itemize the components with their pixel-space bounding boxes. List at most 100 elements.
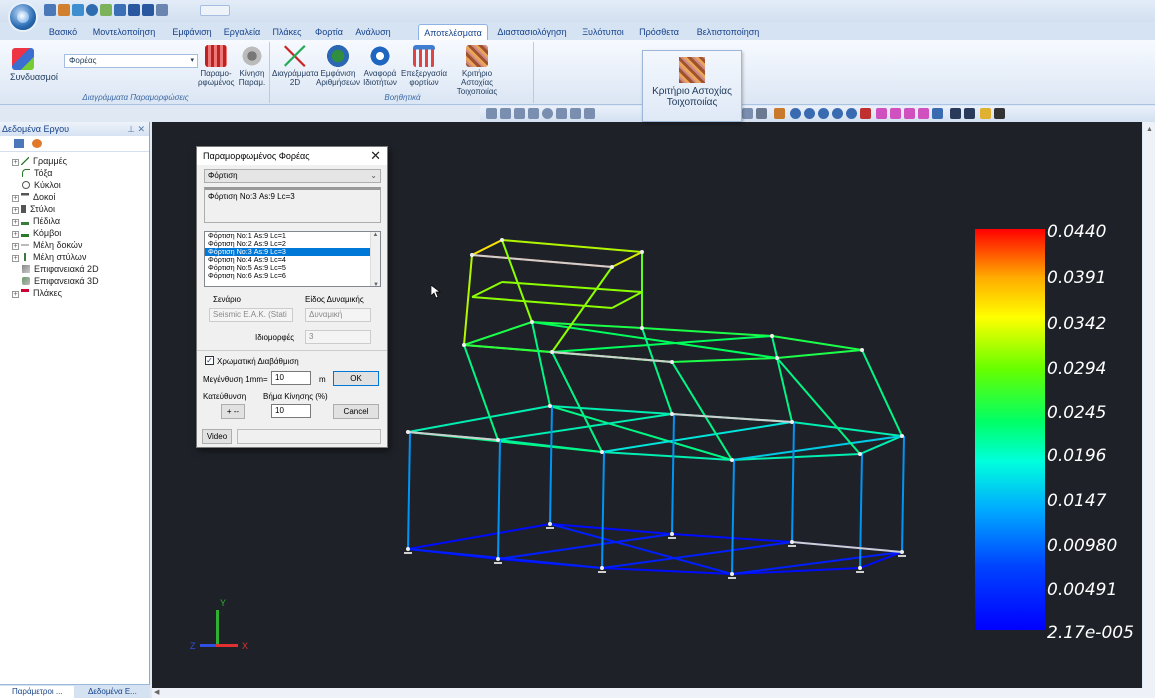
load-type-combo[interactable]: Φόρτιση ⌄ — [204, 169, 381, 183]
tab-vasiko[interactable]: Βασικό — [42, 24, 84, 40]
scroll-up-icon[interactable]: ▲ — [1146, 126, 1153, 133]
direction-button[interactable]: + -- — [221, 404, 245, 419]
perpendicular-icon[interactable] — [528, 108, 539, 119]
expand-icon[interactable]: + — [12, 195, 19, 202]
pencil-icon[interactable] — [774, 108, 785, 119]
expand-icon[interactable]: + — [12, 243, 19, 250]
modes-select[interactable]: 3 — [305, 330, 371, 344]
tree-item-kykloi[interactable]: Κύκλοι — [22, 180, 61, 191]
zoom-window-icon[interactable] — [818, 108, 829, 119]
video-button[interactable]: Video — [202, 429, 232, 444]
tab-diastasiologisi[interactable]: Διαστασιολόγηση — [492, 24, 572, 40]
close-icon[interactable]: ✕ — [370, 147, 381, 165]
draw-polyline-icon[interactable] — [500, 108, 511, 119]
vertical-scrollbar[interactable]: ▲ — [1143, 122, 1155, 688]
upload-icon[interactable] — [128, 4, 140, 16]
show-numbering-button[interactable]: Εμφάνιση Αριθμήσεων — [316, 45, 360, 87]
window-icon[interactable] — [156, 4, 168, 16]
loadcase-listbox[interactable]: Φόρτιση Νο:1 As:9 Lc=1 Φόρτιση Νο:2 As:9… — [204, 231, 381, 287]
properties-report-button[interactable]: Αναφορά Ιδιοτήτων — [360, 45, 400, 87]
view-dropdown[interactable] — [200, 5, 230, 16]
snap-icon[interactable] — [556, 108, 567, 119]
dot-icon[interactable] — [756, 108, 767, 119]
render-icon[interactable] — [932, 108, 943, 119]
edit-loads-button[interactable]: Επεξεργασία φορτίων — [400, 45, 448, 87]
expand-icon[interactable]: + — [12, 291, 19, 298]
refresh-icon[interactable] — [32, 139, 42, 148]
step-input[interactable]: 10 — [271, 404, 311, 418]
tab-analysi[interactable]: Ανάλυση — [350, 24, 396, 40]
tree-item-pedila[interactable]: + Πέδιλα — [12, 216, 60, 227]
redo-icon[interactable] — [964, 108, 975, 119]
magnification-input[interactable]: 10 — [271, 371, 311, 385]
tab-ergaleia[interactable]: Εργαλεία — [218, 24, 266, 40]
tree-item-styloi[interactable]: + Στύλοι — [12, 204, 55, 215]
delete-icon[interactable] — [994, 108, 1005, 119]
tab-plakes[interactable]: Πλάκες — [268, 24, 306, 40]
disk-icon[interactable] — [114, 4, 126, 16]
ok-button[interactable]: OK — [333, 371, 379, 386]
home-icon[interactable] — [100, 4, 112, 16]
zoom-in-icon[interactable] — [790, 108, 801, 119]
circle-icon[interactable] — [542, 108, 553, 119]
brush-icon[interactable] — [980, 108, 991, 119]
tree-tool-icon[interactable] — [14, 139, 24, 148]
tree-item-komvoi[interactable]: + Κόμβοι — [12, 228, 61, 239]
tree-item-meli-stylon[interactable]: + Μέλη στύλων — [12, 252, 86, 263]
tab-emfanisi[interactable]: Εμφάνιση — [168, 24, 216, 40]
scroll-left-icon[interactable]: ◀ — [154, 688, 159, 696]
masonry-failure-button[interactable]: Κριτήριο Αστοχίας Τοιχοποιίας — [448, 45, 506, 96]
dynamics-select[interactable]: Δυναμική — [305, 308, 371, 322]
download-icon[interactable] — [142, 4, 154, 16]
diagrams-2d-button[interactable]: Διαγράμματα 2D — [272, 45, 318, 87]
tab-xylotypoi[interactable]: Ξυλότυποι — [578, 24, 628, 40]
color-gradient-checkbox[interactable]: ✓ — [205, 356, 214, 365]
view-side-icon[interactable] — [918, 108, 929, 119]
combinations-icon[interactable] — [12, 48, 34, 70]
application-menu-button[interactable] — [8, 2, 38, 32]
pin-close-icon[interactable]: ⊥ ✕ — [127, 122, 145, 136]
cursor-icon[interactable] — [742, 108, 753, 119]
expand-icon[interactable]: + — [12, 255, 19, 262]
expand-icon[interactable]: + — [12, 207, 19, 214]
zoom-out-icon[interactable] — [804, 108, 815, 119]
tree-item-dokoi[interactable]: + Δοκοί — [12, 192, 55, 203]
view-3d-icon[interactable] — [876, 108, 887, 119]
open-icon[interactable] — [58, 4, 70, 16]
cross-icon[interactable] — [584, 108, 595, 119]
undo-icon[interactable] — [950, 108, 961, 119]
combinations-label[interactable]: Συνδυασμοί — [10, 72, 58, 82]
tab-montelopoiisi[interactable]: Μοντελοποίηση — [84, 24, 164, 40]
pan-icon[interactable] — [860, 108, 871, 119]
rotate-icon[interactable] — [570, 108, 581, 119]
structure-combo[interactable]: Φορέας ▾ — [64, 54, 198, 68]
draw-arc-icon[interactable] — [514, 108, 525, 119]
scroll-down-icon[interactable]: ▼ — [371, 282, 380, 286]
tree-item-meli-dokon[interactable]: + Μέλη δοκών — [12, 240, 82, 251]
list-item[interactable]: Φόρτιση Νο:6 As:9 Lc=6 — [205, 272, 380, 280]
tree-item-epifaneiaka-3d[interactable]: Επιφανειακά 3D — [22, 276, 99, 287]
tree-item-toxa[interactable]: Τόξα — [22, 168, 53, 179]
tab-fortia[interactable]: Φορτία — [308, 24, 350, 40]
tab-prostheta[interactable]: Πρόσθετα — [634, 24, 684, 40]
scroll-up-icon[interactable]: ▲ — [371, 232, 380, 238]
deformed-structure-button[interactable]: Παραμο- ρφωμένος — [198, 45, 234, 87]
deformation-motion-button[interactable]: Κίνηση Παραμ. — [236, 45, 268, 87]
list-scrollbar[interactable]: ▲ ▼ — [370, 232, 380, 286]
expand-icon[interactable]: + — [12, 231, 19, 238]
draw-line-icon[interactable] — [486, 108, 497, 119]
expand-icon[interactable]: + — [12, 219, 19, 226]
cancel-button[interactable]: Cancel — [333, 404, 379, 419]
expand-icon[interactable]: + — [12, 159, 19, 166]
tree-item-plakes[interactable]: + Πλάκες — [12, 288, 62, 299]
view-top-icon[interactable] — [890, 108, 901, 119]
tab-parametroi[interactable]: Παράμετροι ... — [0, 686, 74, 698]
zoom-extents-icon[interactable] — [846, 108, 857, 119]
view-front-icon[interactable] — [904, 108, 915, 119]
tab-apotelesmata[interactable]: Αποτελέσματα — [418, 24, 488, 40]
zoom-all-icon[interactable] — [832, 108, 843, 119]
save-icon[interactable] — [44, 4, 56, 16]
horizontal-scrollbar[interactable]: ◀ — [152, 688, 1155, 698]
scenario-select[interactable]: Seismic E.A.K. (Stati — [209, 308, 293, 322]
tree-item-grammes[interactable]: + Γραμμές — [12, 156, 67, 167]
